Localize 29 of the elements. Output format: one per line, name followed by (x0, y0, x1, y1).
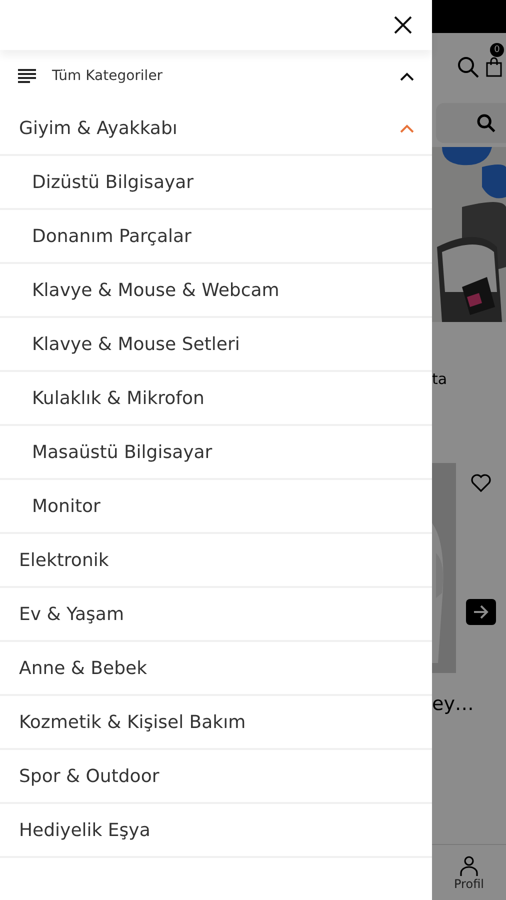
category-item[interactable]: Spor & Outdoor (0, 750, 432, 804)
search-field[interactable] (436, 103, 506, 143)
heart-icon[interactable] (470, 473, 492, 493)
product-title: ey… (432, 693, 475, 715)
subcategory-item[interactable]: Masaüstü Bilgisayar (0, 426, 432, 480)
category-item[interactable]: Kozmetik & Kişisel Bakım (0, 696, 432, 750)
category-item[interactable]: Elektronik (0, 534, 432, 588)
arrow-right-icon (473, 605, 489, 619)
close-icon (394, 16, 412, 34)
product-title: ta (432, 370, 448, 388)
subcategory-item[interactable]: Monitor (0, 480, 432, 534)
subcategory-item[interactable]: Klavye & Mouse Setleri (0, 318, 432, 372)
menu-icon (18, 69, 36, 83)
category-item[interactable]: Ev & Yaşam (0, 588, 432, 642)
search-icon[interactable] (456, 55, 480, 79)
search-icon (476, 113, 496, 133)
next-button[interactable] (466, 599, 496, 625)
category-item[interactable]: Giyim & Ayakkabı (0, 102, 432, 156)
category-item[interactable]: Anne & Bebek (0, 642, 432, 696)
subcategory-item[interactable]: Klavye & Mouse & Webcam (0, 264, 432, 318)
category-item[interactable]: Hediyelik Eşya (0, 804, 432, 858)
shopping-bag-icon[interactable] (486, 57, 502, 77)
subcategory-item[interactable]: Donanım Parçalar (0, 210, 432, 264)
person-icon (458, 854, 480, 876)
subcategory-item[interactable]: Kulaklık & Mikrofon (0, 372, 432, 426)
all-categories-toggle[interactable]: Tüm Kategoriler (0, 50, 432, 102)
nav-item[interactable]: Profil (454, 854, 484, 890)
cart-count-badge: 0 (490, 43, 504, 57)
subcategory-item[interactable]: Dizüstü Bilgisayar (0, 156, 432, 210)
